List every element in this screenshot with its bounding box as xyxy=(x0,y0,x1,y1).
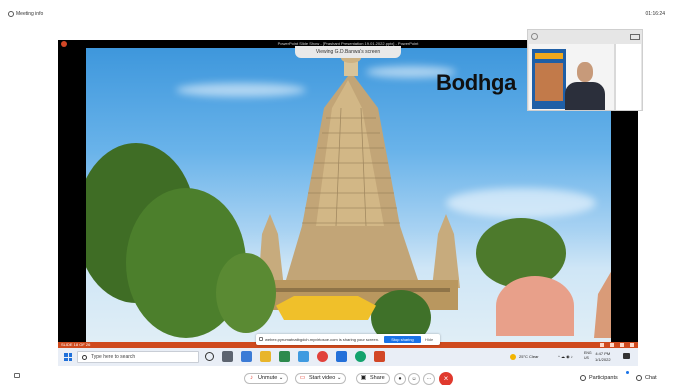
share-label: Share xyxy=(370,375,385,381)
normal-view-icon[interactable] xyxy=(600,343,604,347)
chevron-down-icon[interactable] xyxy=(531,33,538,40)
video-off-icon: ▭ xyxy=(299,375,306,381)
video-panel-header xyxy=(528,30,644,44)
sun-icon xyxy=(510,354,516,360)
powerpoint-taskbar-icon[interactable] xyxy=(374,351,385,362)
slideshow-icon[interactable] xyxy=(630,343,634,347)
slide-title: Bodhga xyxy=(436,70,517,95)
taskbar-clock[interactable]: 4:47 PM 1/1/2022 xyxy=(595,351,611,362)
system-tray-icons[interactable]: ^ ☁ ◉ ♪ xyxy=(558,348,573,366)
language-indicator[interactable]: ENG US xyxy=(584,351,592,361)
taskbar-time: 4:47 PM xyxy=(595,351,611,356)
sorter-view-icon[interactable] xyxy=(610,343,614,347)
excel-icon[interactable] xyxy=(279,351,290,362)
cortana-icon[interactable] xyxy=(205,352,214,361)
task-view-icon[interactable] xyxy=(222,351,233,362)
screen-share-notice: webex.pyrumatnatbgdch.myvirtosoe.com is … xyxy=(256,334,440,345)
background-shelf xyxy=(614,44,641,110)
info-icon xyxy=(8,11,14,17)
start-video-button[interactable]: ▭ Start video ⌄ xyxy=(295,373,347,384)
share-screen-icon: ▣ xyxy=(360,375,367,381)
record-button[interactable]: ⏺ xyxy=(394,373,406,385)
taskbar-search-box[interactable]: Type here to search xyxy=(77,351,199,363)
share-button[interactable]: ▣ Share xyxy=(356,373,390,384)
meeting-info-label: Meeting info xyxy=(16,11,44,17)
viewing-screen-label: Viewing G.D.Banwa's screen xyxy=(295,46,401,58)
wall-poster xyxy=(532,49,566,109)
reactions-button[interactable]: ☺ xyxy=(408,373,420,385)
microphone-muted-icon: ♪ xyxy=(250,375,253,381)
unmute-button[interactable]: ♪ Unmute ⌄ xyxy=(244,373,289,384)
outlook-icon[interactable] xyxy=(336,351,347,362)
store-icon[interactable] xyxy=(298,351,309,362)
weather-widget[interactable]: 25°C Clear xyxy=(510,348,539,366)
search-icon xyxy=(82,355,87,360)
windows-taskbar: Type here to search 25°C Clear ^ ☁ ◉ ♪ E… xyxy=(58,348,638,366)
file-explorer-icon[interactable] xyxy=(241,351,252,362)
chat-button[interactable]: Chat xyxy=(636,373,657,384)
meeting-controls: ♪ Unmute ⌄ ▭ Start video ⌄ ▣ Share ⏺ ☺ ·… xyxy=(0,366,675,385)
stop-sharing-button[interactable]: Stop sharing xyxy=(384,336,421,343)
caption-icon[interactable] xyxy=(14,373,20,378)
more-options-button[interactable]: ··· xyxy=(423,373,435,385)
participants-label: Participants xyxy=(589,375,618,381)
webex-icon[interactable] xyxy=(355,351,366,362)
unmute-label: Unmute xyxy=(258,375,278,381)
meeting-timer: 01:16:24 xyxy=(645,11,665,17)
search-placeholder: Type here to search xyxy=(91,354,136,360)
participant-video xyxy=(529,44,641,110)
chat-icon xyxy=(636,375,642,381)
weather-text: 25°C Clear xyxy=(519,354,539,359)
participants-icon xyxy=(580,375,586,381)
webex-meeting-window: Meeting info 01:16:24 PowerPoint Slide S… xyxy=(0,0,675,385)
hide-notice-button[interactable]: Hide xyxy=(425,334,433,345)
share-notice-text: webex.pyrumatnatbgdch.myvirtosoe.com is … xyxy=(265,337,380,342)
chat-label: Chat xyxy=(645,375,657,381)
top-bar: Meeting info 01:16:24 xyxy=(0,0,675,26)
chrome-icon[interactable] xyxy=(317,351,328,362)
taskbar-apps xyxy=(205,351,385,362)
share-icon xyxy=(259,337,263,341)
participant-video-panel xyxy=(527,29,643,111)
slide-controls xyxy=(600,343,634,347)
layout-icon[interactable] xyxy=(630,34,640,40)
folder-icon[interactable] xyxy=(260,351,271,362)
windows-start-icon[interactable] xyxy=(64,353,72,361)
taskbar-date: 1/1/2022 xyxy=(595,356,611,362)
powerpoint-icon xyxy=(61,41,67,47)
meeting-info-button[interactable]: Meeting info xyxy=(8,11,43,17)
yellow-canopy xyxy=(276,296,376,320)
start-video-label: Start video xyxy=(309,375,336,381)
participant-person xyxy=(565,62,605,110)
participants-button[interactable]: Participants xyxy=(580,373,618,384)
notification-icon[interactable] xyxy=(623,353,630,359)
participants-badge xyxy=(626,371,629,374)
reading-view-icon[interactable] xyxy=(620,343,624,347)
tree xyxy=(216,253,276,333)
pink-dome xyxy=(496,276,574,336)
leave-meeting-button[interactable]: × xyxy=(439,372,453,385)
